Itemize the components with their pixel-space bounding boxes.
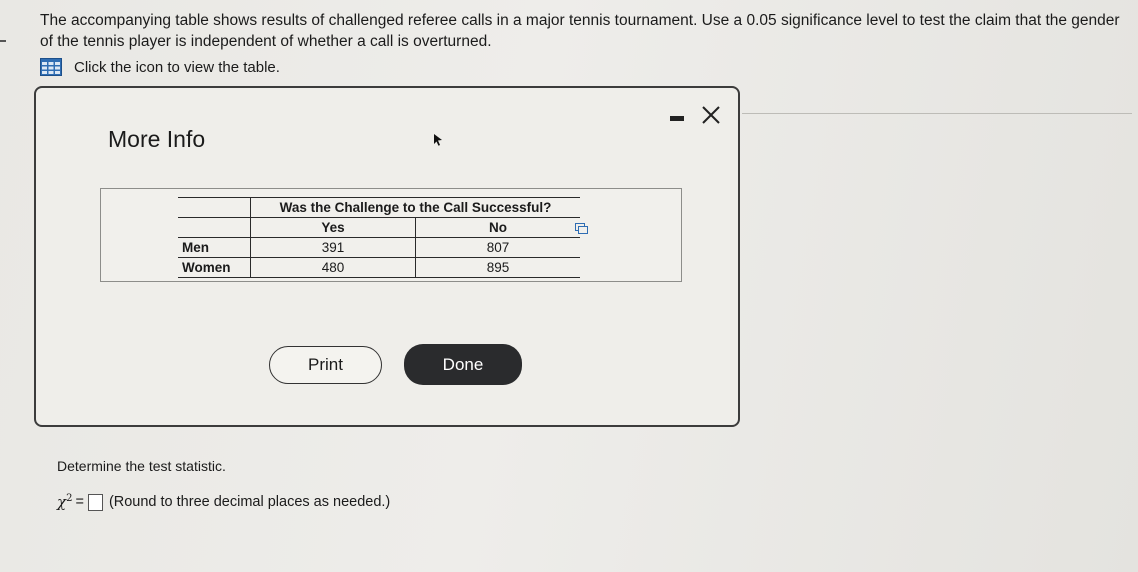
determine-prompt: Determine the test statistic. — [57, 458, 226, 474]
view-table-row[interactable]: Click the icon to view the table. — [40, 58, 280, 76]
dialog-title: More Info — [108, 126, 206, 152]
chi-exponent: 2 — [66, 493, 73, 504]
column-header-no: No — [415, 217, 580, 238]
cell-women-no: 895 — [415, 257, 580, 278]
table-corner-cell — [178, 217, 251, 238]
cell-women-yes: 480 — [250, 257, 416, 278]
row-label-men: Men — [178, 237, 251, 258]
equals-sign: = — [75, 494, 84, 510]
table-row: Men 391 807 — [178, 237, 580, 258]
table-row: Women 480 895 — [178, 257, 580, 278]
minimize-icon[interactable] — [670, 116, 684, 121]
row-label-women: Women — [178, 257, 251, 278]
view-table-link[interactable]: Click the icon to view the table. — [74, 59, 280, 76]
column-header-yes: Yes — [250, 217, 416, 238]
cell-men-no: 807 — [415, 237, 580, 258]
copy-icon[interactable] — [575, 223, 588, 234]
close-icon[interactable] — [700, 104, 722, 126]
question-text: The accompanying table shows results of … — [40, 12, 1120, 50]
table-icon[interactable] — [40, 58, 62, 76]
table-panel: Was the Challenge to the Call Successful… — [100, 188, 682, 282]
left-edge-tick — [0, 40, 6, 42]
chi-label: χ — [57, 493, 67, 511]
table-header-row: Was the Challenge to the Call Successful… — [178, 197, 580, 218]
done-button[interactable]: Done — [404, 344, 522, 385]
table-column-header-row: Yes No — [178, 217, 580, 238]
print-button[interactable]: Print — [269, 346, 382, 384]
more-info-dialog: More Info Was the Challenge to the Call … — [34, 86, 740, 427]
table-corner-cell — [178, 197, 251, 218]
divider — [742, 113, 1132, 114]
table-span-header: Was the Challenge to the Call Successful… — [250, 197, 580, 218]
cell-men-yes: 391 — [250, 237, 416, 258]
challenge-table: Was the Challenge to the Call Successful… — [178, 197, 580, 278]
answer-input[interactable] — [87, 493, 103, 511]
round-hint: (Round to three decimal places as needed… — [108, 494, 391, 510]
answer-row: χ2 = (Round to three decimal places as n… — [57, 493, 390, 511]
chi-square-symbol: χ2 — [57, 493, 72, 511]
cursor-icon — [434, 134, 442, 146]
